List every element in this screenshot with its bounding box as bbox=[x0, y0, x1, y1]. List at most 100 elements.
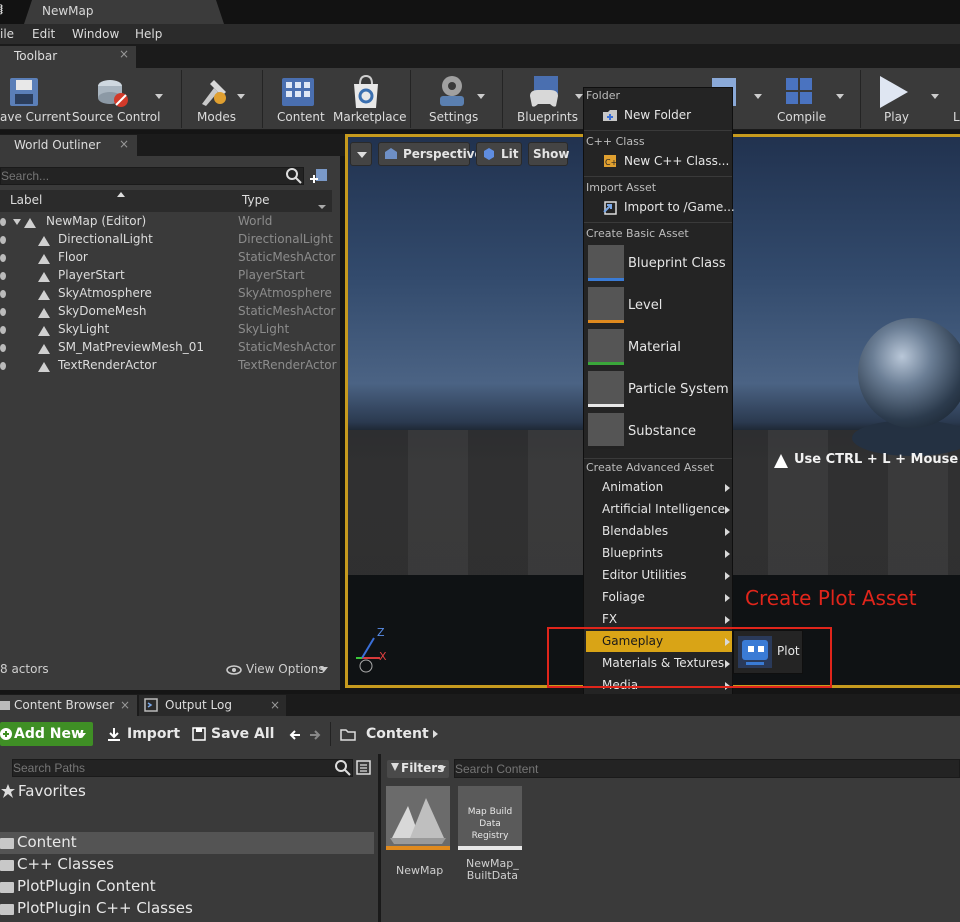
visibility-eye-icon[interactable] bbox=[0, 272, 6, 280]
paths-menu-icon[interactable] bbox=[356, 760, 371, 775]
search-content-input[interactable] bbox=[454, 759, 960, 778]
outliner-row-label[interactable]: NewMap (Editor) bbox=[46, 214, 146, 228]
outliner-row-type: StaticMeshActor bbox=[238, 340, 336, 354]
world-outliner-close-icon[interactable]: × bbox=[119, 137, 129, 151]
outliner-row-label[interactable]: SkyLight bbox=[58, 322, 109, 336]
outliner-row-label[interactable]: PlayerStart bbox=[58, 268, 125, 282]
folder-tree-item[interactable]: PlotPlugin Content bbox=[17, 877, 156, 895]
advanced-item-fx[interactable]: FX bbox=[602, 612, 617, 626]
save-all-button[interactable]: Save All bbox=[211, 726, 274, 742]
compile-icon[interactable] bbox=[782, 74, 818, 110]
blueprints-icon[interactable] bbox=[526, 74, 562, 110]
viewport-options-button[interactable] bbox=[350, 142, 372, 166]
play-label: Play bbox=[884, 110, 910, 124]
add-actor-icon[interactable] bbox=[310, 167, 328, 185]
content-icon[interactable] bbox=[280, 74, 316, 110]
blueprints-label: Blueprints bbox=[517, 110, 579, 124]
favorites-header[interactable]: Favorites bbox=[18, 782, 86, 800]
type-column-dropdown-icon[interactable] bbox=[318, 205, 326, 209]
breadcrumb-content[interactable]: Content bbox=[366, 726, 429, 742]
submenu-arrow-icon bbox=[725, 616, 730, 624]
view-options-button[interactable]: View Options bbox=[246, 662, 325, 676]
blueprints-dropdown-icon[interactable] bbox=[575, 94, 583, 99]
text-render-icon bbox=[36, 360, 52, 374]
breadcrumb-chevron-icon[interactable] bbox=[433, 730, 438, 738]
visibility-eye-icon[interactable] bbox=[0, 344, 6, 352]
advanced-item-editor-utilities[interactable]: Editor Utilities bbox=[602, 568, 687, 582]
builtdata-thumbnail[interactable]: Map Build Data Registry bbox=[458, 786, 522, 850]
advanced-item-foliage[interactable]: Foliage bbox=[602, 590, 645, 604]
label-column-header[interactable]: Label bbox=[10, 193, 42, 207]
source-control-icon[interactable] bbox=[94, 74, 130, 110]
advanced-item-blueprints[interactable]: Blueprints bbox=[602, 546, 663, 560]
settings-icon[interactable] bbox=[434, 74, 470, 110]
show-button[interactable]: Show bbox=[528, 142, 570, 166]
search-paths-input[interactable] bbox=[12, 759, 353, 777]
outliner-row-label[interactable]: DirectionalLight bbox=[58, 232, 153, 246]
blueprint-class-item[interactable]: Blueprint Class bbox=[628, 256, 726, 271]
folder-section-header: Folder bbox=[586, 89, 620, 102]
advanced-item-blendables[interactable]: Blendables bbox=[602, 524, 668, 538]
import-to-game-item[interactable]: Import to /Game... bbox=[624, 200, 735, 214]
newmap-thumbnail[interactable] bbox=[386, 786, 450, 850]
visibility-eye-icon[interactable] bbox=[0, 308, 6, 316]
substance-item[interactable]: Substance bbox=[628, 424, 696, 439]
folder-tree-item[interactable]: PlotPlugin C++ Classes bbox=[17, 899, 193, 917]
new-folder-item[interactable]: New Folder bbox=[624, 108, 691, 122]
builtdata-asset-label: NewMap_ BuiltData bbox=[466, 857, 519, 882]
search-paths-icon[interactable] bbox=[335, 760, 351, 776]
visibility-eye-icon[interactable] bbox=[0, 254, 6, 262]
visibility-eye-icon[interactable] bbox=[0, 362, 6, 370]
play-icon[interactable] bbox=[876, 74, 912, 110]
outliner-row-label[interactable]: SM_MatPreviewMesh_01 bbox=[58, 340, 204, 354]
outliner-row-label[interactable]: SkyDomeMesh bbox=[58, 304, 147, 318]
eye-icon[interactable] bbox=[226, 664, 242, 675]
menu-window[interactable]: Window bbox=[72, 27, 119, 41]
menu-help[interactable]: Help bbox=[135, 27, 162, 41]
visibility-eye-icon[interactable] bbox=[0, 218, 6, 226]
toolbar-panel-close-icon[interactable]: × bbox=[119, 47, 129, 61]
marketplace-icon[interactable] bbox=[348, 74, 384, 110]
output-log-close-icon[interactable]: × bbox=[270, 698, 280, 712]
content-browser-close-icon[interactable]: × bbox=[120, 698, 130, 712]
cinematics-dropdown-icon[interactable] bbox=[754, 94, 762, 99]
marketplace-label: Marketplace bbox=[333, 110, 407, 124]
chevron-down-icon bbox=[357, 152, 367, 158]
outliner-row-label[interactable]: Floor bbox=[58, 250, 88, 264]
folder-tree-item[interactable]: Content bbox=[17, 833, 77, 851]
menu-edit[interactable]: Edit bbox=[32, 27, 55, 41]
modes-dropdown-icon[interactable] bbox=[237, 94, 245, 99]
import-button[interactable]: Import bbox=[127, 726, 180, 742]
outliner-row-label[interactable]: TextRenderActor bbox=[58, 358, 157, 372]
visibility-eye-icon[interactable] bbox=[0, 236, 6, 244]
player-start-icon bbox=[36, 270, 52, 284]
advanced-item-animation[interactable]: Animation bbox=[602, 480, 663, 494]
folder-tree-item[interactable]: C++ Classes bbox=[17, 855, 114, 873]
play-dropdown-icon[interactable] bbox=[931, 94, 939, 99]
forward-arrow-icon[interactable] bbox=[309, 729, 321, 741]
settings-dropdown-icon[interactable] bbox=[477, 94, 485, 99]
search-icon[interactable] bbox=[286, 168, 302, 184]
view-options-dropdown-icon[interactable] bbox=[320, 667, 328, 672]
expand-arrow-icon[interactable] bbox=[13, 219, 21, 225]
back-arrow-icon[interactable] bbox=[289, 729, 301, 741]
save-icon[interactable] bbox=[6, 74, 42, 110]
outliner-row-label[interactable]: SkyAtmosphere bbox=[58, 286, 152, 300]
world-outliner-tab-label: World Outliner bbox=[14, 138, 101, 152]
type-column-header[interactable]: Type bbox=[242, 193, 270, 207]
advanced-item-artificial-intelligence[interactable]: Artificial Intelligence bbox=[602, 502, 725, 516]
compile-label: Compile bbox=[777, 110, 827, 124]
sort-ascending-icon[interactable] bbox=[117, 192, 125, 197]
new-cpp-class-item[interactable]: New C++ Class... bbox=[624, 154, 729, 168]
menu-file[interactable]: ile bbox=[0, 27, 14, 41]
source-control-dropdown-icon[interactable] bbox=[155, 94, 163, 99]
outliner-row-type: StaticMeshActor bbox=[238, 250, 336, 264]
level-item[interactable]: Level bbox=[628, 298, 662, 313]
visibility-eye-icon[interactable] bbox=[0, 326, 6, 334]
visibility-eye-icon[interactable] bbox=[0, 290, 6, 298]
material-item[interactable]: Material bbox=[628, 340, 681, 355]
outliner-search-input[interactable] bbox=[0, 167, 304, 185]
modes-icon[interactable] bbox=[196, 74, 232, 110]
particle-system-item[interactable]: Particle System bbox=[628, 382, 729, 397]
compile-dropdown-icon[interactable] bbox=[836, 94, 844, 99]
